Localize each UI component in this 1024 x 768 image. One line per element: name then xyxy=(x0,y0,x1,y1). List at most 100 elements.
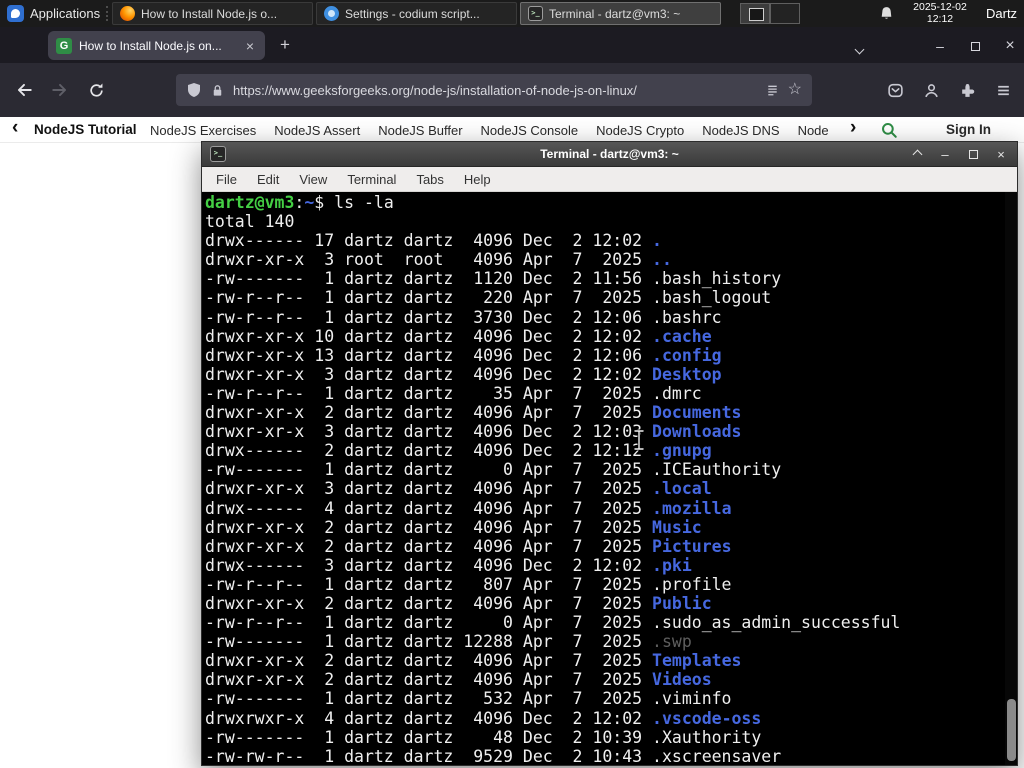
terminal-line: -rw-r--r-- 1 dartz dartz 0 Apr 7 2025 .s… xyxy=(205,613,1003,632)
terminal-text: drwxr-xr-x 3 dartz dartz 4096 Dec 2 12:0… xyxy=(205,364,653,384)
new-tab-button[interactable]: + xyxy=(274,34,296,56)
applications-label: Applications xyxy=(30,6,101,21)
terminal-text: drwxrwxr-x 4 dartz dartz 4096 Dec 2 12:0… xyxy=(205,708,653,728)
terminal-line: drwxr-xr-x 2 dartz dartz 4096 Apr 7 2025… xyxy=(205,518,1003,537)
site-search-button[interactable] xyxy=(880,121,898,139)
terminal-line: drwxr-xr-x 3 dartz dartz 4096 Dec 2 12:0… xyxy=(205,365,1003,384)
tracking-protection-shield-icon[interactable] xyxy=(186,82,202,98)
maximize-button[interactable] xyxy=(966,148,980,162)
terminal-scrollbar[interactable] xyxy=(1005,192,1017,765)
menu-file[interactable]: File xyxy=(206,172,247,187)
taskbar-window-button[interactable]: Settings - codium script... xyxy=(316,2,517,25)
browser-minimize-button[interactable]: – xyxy=(928,35,952,57)
applications-icon xyxy=(7,5,24,22)
terminal-text: drwxr-xr-x 13 dartz dartz 4096 Dec 2 12:… xyxy=(205,345,653,365)
reload-icon xyxy=(89,82,103,97)
close-button[interactable]: × xyxy=(994,147,1008,162)
directory-name: Templates xyxy=(652,651,742,671)
terminal-text: dartz@vm3 xyxy=(205,193,295,212)
terminal-titlebar[interactable]: >_ Terminal - dartz@vm3: ~ – × xyxy=(202,142,1017,167)
save-to-pocket-button[interactable] xyxy=(884,79,906,101)
maximize-icon xyxy=(968,150,978,159)
account-icon xyxy=(924,83,938,97)
menu-view[interactable]: View xyxy=(289,172,337,187)
terminal-output: dartz@vm3:~$ ls -la total 140 drwx------ 1… xyxy=(205,193,1003,765)
terminal-line: -rw-r--r-- 1 dartz dartz 3730 Dec 2 12:0… xyxy=(205,308,1003,327)
list-all-tabs-button[interactable] xyxy=(854,40,865,58)
nav-scroll-right-icon[interactable]: › xyxy=(850,117,856,139)
terminal-line: drwxr-xr-x 2 dartz dartz 4096 Apr 7 2025… xyxy=(205,594,1003,613)
menu-tabs[interactable]: Tabs xyxy=(406,172,453,187)
back-button[interactable] xyxy=(12,78,36,102)
directory-name: .cache xyxy=(652,326,712,346)
browser-close-button[interactable]: × xyxy=(998,35,1022,57)
terminal-text: .swp xyxy=(652,632,692,652)
workspace-1[interactable] xyxy=(740,3,770,24)
taskbar-button-label: Terminal - dartz@vm3: ~ xyxy=(549,6,681,21)
terminal-text: drwxr-xr-x 2 dartz dartz 4096 Apr 7 2025 xyxy=(205,517,653,537)
terminal-line: drwxr-xr-x 3 dartz dartz 4096 Apr 7 2025… xyxy=(205,479,1003,498)
terminal-line: drwxr-xr-x 2 dartz dartz 4096 Apr 7 2025… xyxy=(205,670,1003,689)
terminal-text: drwx------ 2 dartz dartz 4096 Dec 2 12:1… xyxy=(205,441,653,461)
clock-time: 12:12 xyxy=(926,12,954,25)
menu-edit[interactable]: Edit xyxy=(247,172,289,187)
terminal-menubar: File Edit View Terminal Tabs Help xyxy=(202,167,1017,192)
scrollbar-thumb[interactable] xyxy=(1007,699,1016,761)
reader-view-icon[interactable] xyxy=(765,83,780,98)
terminal-viewport[interactable]: dartz@vm3:~$ ls -la total 140 drwx------ 1… xyxy=(202,192,1017,765)
terminal-text: drwxr-xr-x 3 root root 4096 Apr 7 2025 xyxy=(205,250,653,270)
terminal-text: -rw------- 1 dartz dartz 1120 Dec 2 11:5… xyxy=(205,269,782,289)
nav-scroll-left-icon[interactable]: ‹ xyxy=(12,117,18,139)
forward-button[interactable] xyxy=(48,78,72,102)
terminal-line: -rw------- 1 dartz dartz 1120 Dec 2 11:5… xyxy=(205,269,1003,288)
directory-name: Desktop xyxy=(652,364,722,384)
directory-name: Documents xyxy=(652,403,742,423)
taskbar-window-button[interactable]: How to Install Node.js o... xyxy=(112,2,313,25)
browser-restore-button[interactable] xyxy=(963,35,987,57)
notifications-bell-icon[interactable] xyxy=(878,5,895,22)
minimize-button[interactable]: – xyxy=(938,147,952,162)
gfg-nav-link[interactable]: NodeJS DNS xyxy=(702,123,779,138)
extensions-button[interactable] xyxy=(956,79,978,101)
gfg-nav-link[interactable]: NodeJS Assert xyxy=(274,123,360,138)
gfg-nav-link[interactable]: Node xyxy=(798,123,829,138)
terminal-text: drwx------ 17 dartz dartz 4096 Dec 2 12:… xyxy=(205,231,653,251)
account-button[interactable] xyxy=(920,79,942,101)
reload-button[interactable] xyxy=(84,78,108,102)
applications-menu-button[interactable]: Applications xyxy=(2,2,110,25)
terminal-line: -rw-r--r-- 1 dartz dartz 35 Apr 7 2025 .… xyxy=(205,384,1003,403)
terminal-text: drwx------ 4 dartz dartz 4096 Apr 7 2025 xyxy=(205,498,653,518)
tab-close-icon[interactable]: × xyxy=(243,38,257,54)
hamburger-icon xyxy=(997,85,1009,95)
taskbar-window-button[interactable]: >_ Terminal - dartz@vm3: ~ xyxy=(520,2,721,25)
directory-name: ~ xyxy=(304,193,315,212)
gfg-primary-link[interactable]: NodeJS Tutorial xyxy=(34,122,137,137)
gfg-nav-link[interactable]: NodeJS Console xyxy=(481,123,579,138)
gfg-nav-link[interactable]: NodeJS Buffer xyxy=(378,123,462,138)
shade-button[interactable] xyxy=(910,148,924,162)
terminal-line: drwxr-xr-x 3 root root 4096 Apr 7 2025 .… xyxy=(205,250,1003,269)
directory-name: Downloads xyxy=(652,422,742,442)
directory-name: Videos xyxy=(652,670,712,690)
hamburger-menu-button[interactable] xyxy=(992,79,1014,101)
bookmark-star-icon[interactable]: ☆ xyxy=(788,82,802,98)
workspace-2[interactable] xyxy=(770,3,800,24)
terminal-text: -rw-r--r-- 1 dartz dartz 0 Apr 7 2025 .s… xyxy=(205,613,901,633)
url-text[interactable]: https://www.geeksforgeeks.org/node-js/in… xyxy=(233,83,757,98)
terminal-line: drwx------ 3 dartz dartz 4096 Dec 2 12:0… xyxy=(205,556,1003,575)
terminal-text: total 140 xyxy=(205,212,295,232)
menu-terminal[interactable]: Terminal xyxy=(337,172,406,187)
sign-in-button[interactable]: Sign In xyxy=(946,122,991,137)
url-bar[interactable]: https://www.geeksforgeeks.org/node-js/in… xyxy=(176,74,812,106)
terminal-text: drwxr-xr-x 3 dartz dartz 4096 Apr 7 2025 xyxy=(205,479,653,499)
menu-help[interactable]: Help xyxy=(454,172,501,187)
taskbar: How to Install Node.js o... Settings - co… xyxy=(112,2,730,25)
terminal-line: drwxr-xr-x 2 dartz dartz 4096 Apr 7 2025… xyxy=(205,403,1003,422)
lock-icon[interactable] xyxy=(210,83,225,98)
gfg-nav-link[interactable]: NodeJS Exercises xyxy=(150,123,256,138)
forward-icon xyxy=(52,83,67,97)
gfg-nav-link[interactable]: NodeJS Crypto xyxy=(596,123,684,138)
panel-separator xyxy=(106,6,108,21)
browser-tab[interactable]: G How to Install Node.js on... × xyxy=(48,31,265,60)
terminal-line: -rw-r--r-- 1 dartz dartz 807 Apr 7 2025 … xyxy=(205,575,1003,594)
